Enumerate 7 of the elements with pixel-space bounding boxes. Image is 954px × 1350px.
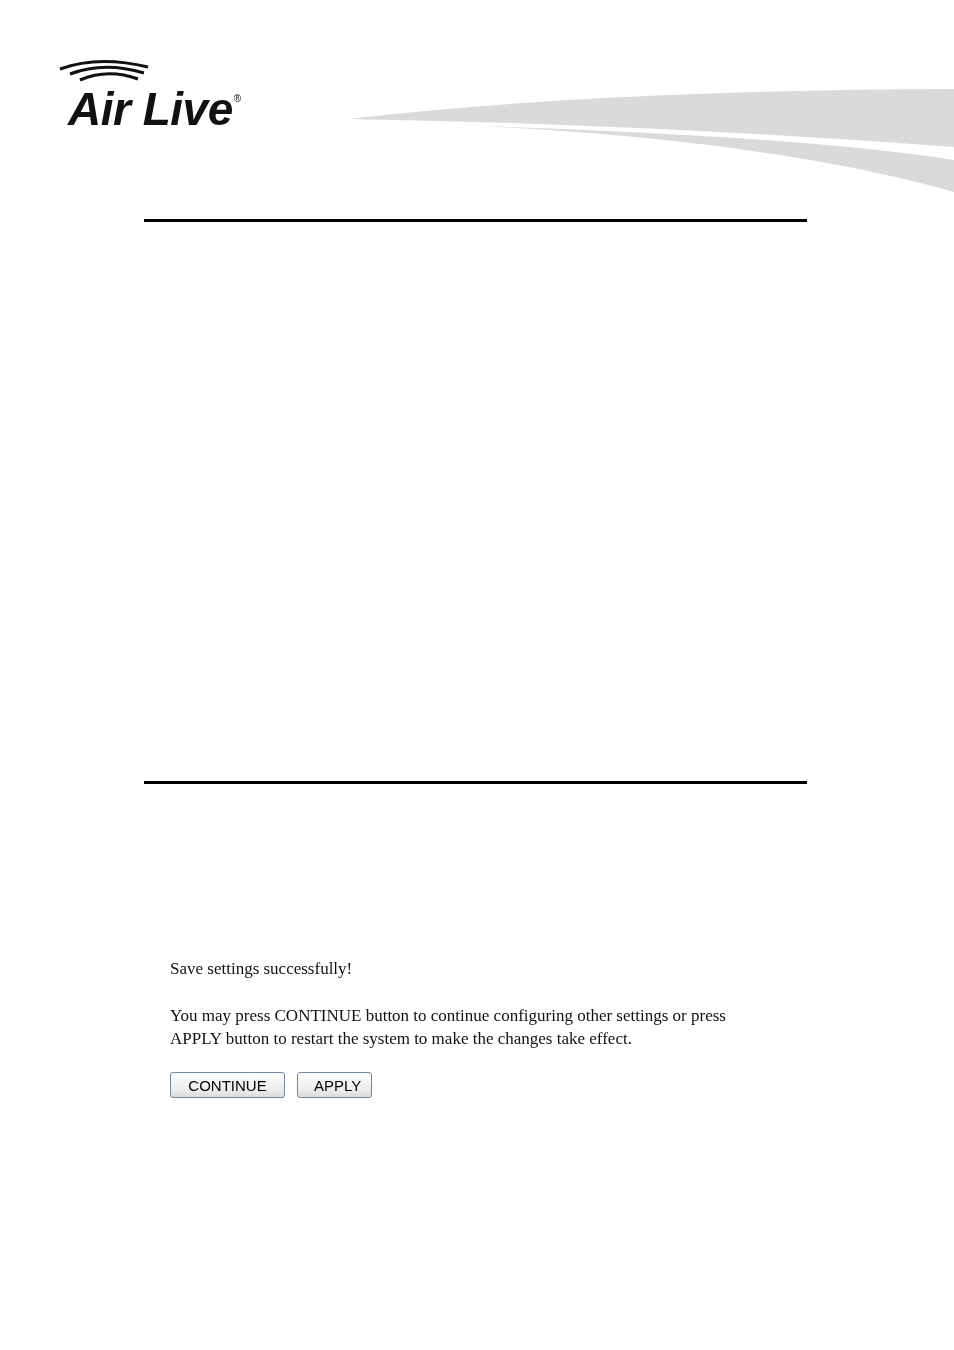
continue-button[interactable]: CONTINUE: [170, 1072, 285, 1098]
wave-arcs-icon: [58, 58, 150, 82]
registered-mark: ®: [233, 94, 242, 104]
logo-text: Air Live: [68, 82, 233, 136]
instruction-text: You may press CONTINUE button to continue configuring other settings or press APPLY button to restart the system to make the changes take effect.: [170, 1005, 727, 1050]
status-message: Save settings successfully!: [170, 958, 353, 980]
apply-button[interactable]: APPLY: [297, 1072, 372, 1098]
